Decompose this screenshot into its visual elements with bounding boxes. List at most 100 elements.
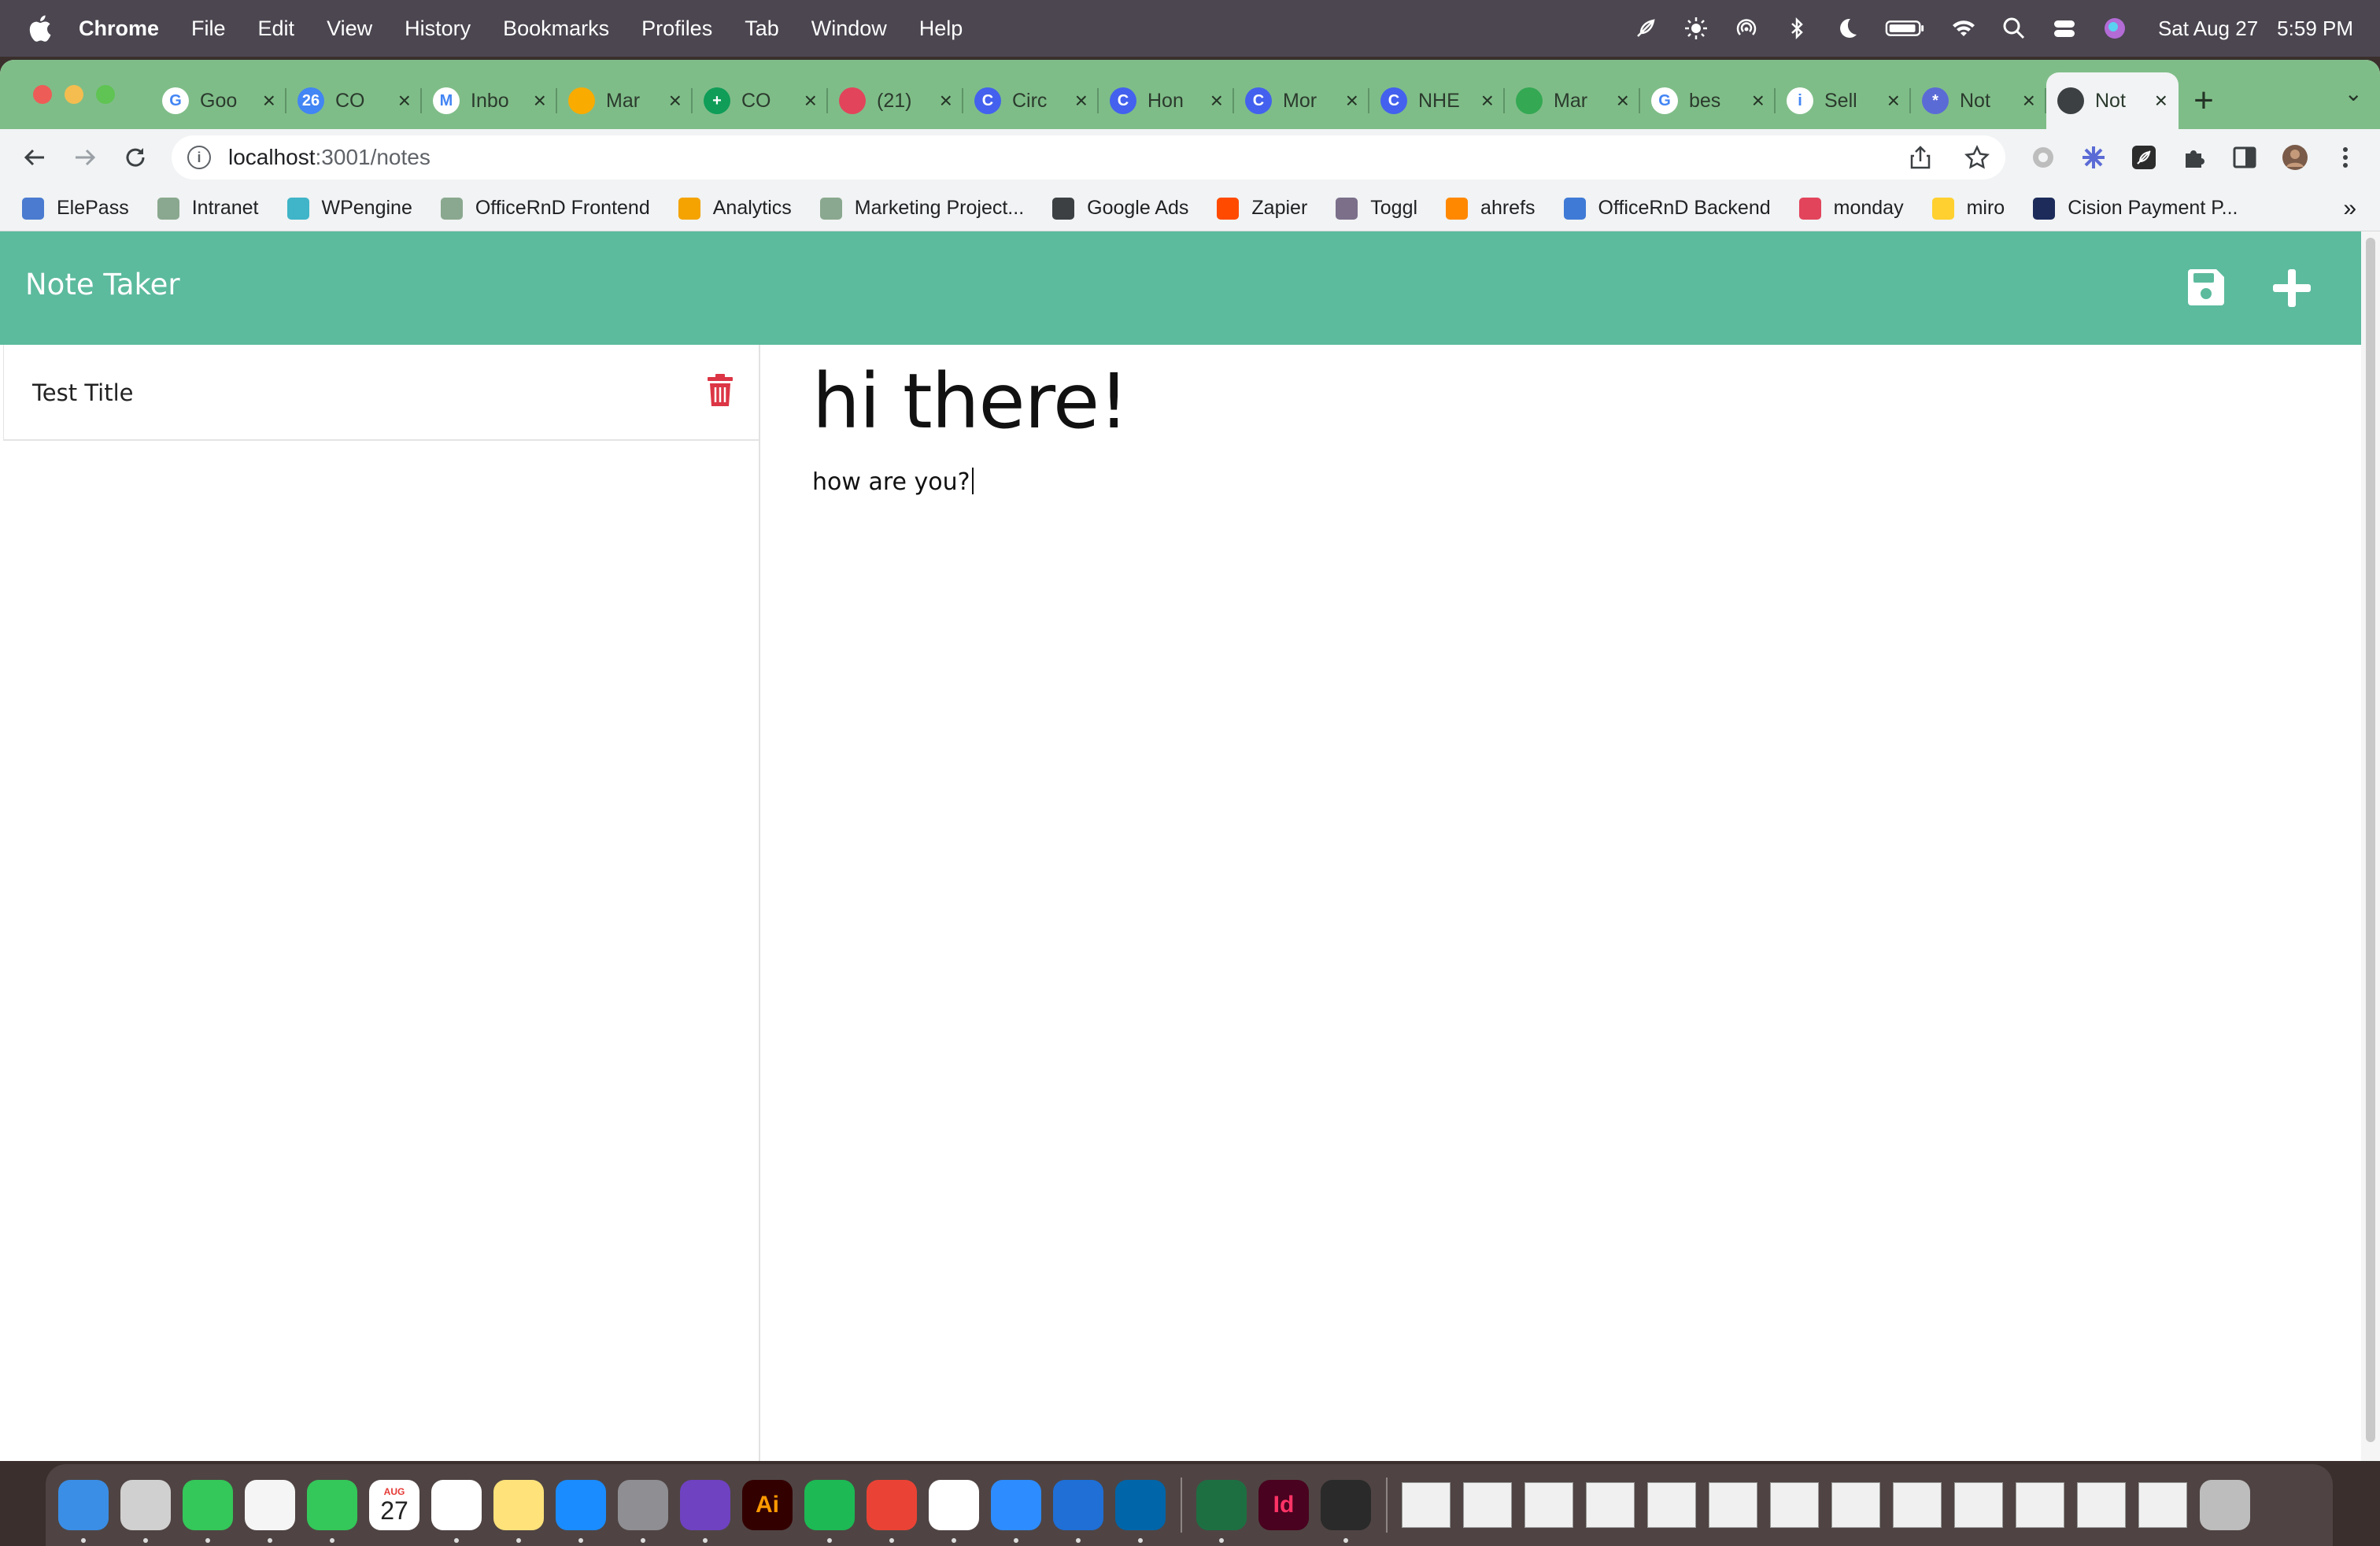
apple-logo-icon[interactable] — [28, 15, 52, 42]
tab-close-icon[interactable]: × — [669, 88, 682, 113]
bookmark-item[interactable]: OfficeRnD Backend — [1563, 197, 1771, 220]
extension-circle-icon[interactable] — [2029, 143, 2057, 172]
menubar-clock[interactable]: Sat Aug 27 5:59 PM — [2158, 17, 2353, 41]
browser-tab[interactable]: 26 CO × — [286, 77, 422, 124]
page-scrollbar[interactable] — [2361, 231, 2380, 1461]
menu-profiles[interactable]: Profiles — [641, 17, 712, 41]
scrollbar-thumb[interactable] — [2366, 238, 2375, 1442]
browser-tab[interactable]: i Sell × — [1776, 77, 1911, 124]
feather-icon[interactable] — [1632, 15, 1659, 42]
note-list-item-title[interactable]: Test Title — [32, 379, 133, 406]
site-info-icon[interactable]: i — [187, 146, 211, 169]
note-title-input[interactable]: hi there! — [812, 357, 1129, 446]
menu-history[interactable]: History — [405, 17, 471, 41]
dock-slack-icon[interactable] — [929, 1480, 979, 1543]
menu-view[interactable]: View — [327, 17, 372, 41]
new-tab-plus-icon[interactable]: + — [2179, 72, 2229, 129]
browser-tab[interactable]: (21) × — [828, 77, 963, 124]
note-text-area[interactable]: how are you? — [812, 468, 974, 496]
dock-vscode-icon[interactable] — [1115, 1480, 1166, 1543]
dock-chrome-icon[interactable] — [867, 1480, 917, 1543]
tab-close-icon[interactable]: × — [940, 88, 952, 113]
bookmark-item[interactable]: OfficeRnD Frontend — [440, 197, 650, 220]
bookmark-item[interactable]: monday — [1798, 197, 1904, 220]
bookmark-item[interactable]: Google Ads — [1052, 197, 1188, 220]
dock-trash-icon[interactable] — [2200, 1480, 2250, 1530]
dock-minimized-window-thumbnail[interactable] — [2016, 1482, 2064, 1528]
delete-note-trash-icon[interactable] — [704, 373, 736, 408]
brightness-icon[interactable] — [1683, 15, 1709, 42]
tab-close-icon[interactable]: × — [398, 88, 411, 113]
note-list-item[interactable]: Test Title — [3, 345, 759, 441]
profile-avatar[interactable] — [2281, 143, 2309, 172]
bookmark-item[interactable]: ahrefs — [1446, 197, 1536, 220]
tab-close-icon[interactable]: × — [1752, 88, 1765, 113]
address-bar[interactable]: i localhost:3001/notes — [172, 135, 2005, 179]
dock-minimized-window-thumbnail[interactable] — [1770, 1482, 1819, 1528]
window-minimize-button[interactable] — [65, 85, 83, 104]
browser-tab[interactable]: Mar × — [1505, 77, 1640, 124]
dock-facetime-icon[interactable] — [307, 1480, 357, 1543]
dock-xcode-icon[interactable] — [1053, 1480, 1103, 1543]
save-note-icon[interactable] — [2185, 266, 2227, 309]
browser-tab[interactable]: * Not × — [1911, 77, 2046, 124]
siri-icon[interactable] — [2101, 15, 2128, 42]
browser-tab[interactable]: C NHE × — [1369, 77, 1505, 124]
dock-minimized-window-thumbnail[interactable] — [1709, 1482, 1757, 1528]
bookmark-item[interactable]: Cision Payment P... — [2033, 197, 2238, 220]
bookmark-item[interactable]: ElePass — [22, 197, 129, 220]
browser-tab[interactable]: Gbes × — [1640, 77, 1776, 124]
dock-minimized-window-thumbnail[interactable] — [2077, 1482, 2126, 1528]
bookmark-item[interactable]: Analytics — [678, 197, 792, 220]
moon-icon[interactable] — [1834, 15, 1861, 42]
tab-close-icon[interactable]: × — [263, 88, 275, 113]
dock-minimized-window-thumbnail[interactable] — [1402, 1482, 1451, 1528]
app-title[interactable]: Note Taker — [25, 268, 180, 301]
browser-tab[interactable]: + CO × — [693, 77, 828, 124]
airdrop-icon[interactable] — [1733, 15, 1760, 42]
dock-indesign-icon[interactable]: Id — [1258, 1480, 1309, 1530]
dock-github-desktop-icon[interactable] — [680, 1480, 730, 1543]
dock-app-icon[interactable] — [1321, 1480, 1371, 1543]
tab-close-icon[interactable]: × — [804, 88, 817, 113]
extension-feather-icon[interactable] — [2130, 143, 2158, 172]
menu-app-name[interactable]: Chrome — [79, 17, 159, 41]
browser-tab[interactable]: Not × — [2046, 72, 2179, 129]
dock-app-store-icon[interactable] — [556, 1480, 606, 1543]
back-button[interactable] — [17, 140, 52, 175]
bookmark-item[interactable]: WPengine — [286, 197, 412, 220]
tab-close-icon[interactable]: × — [534, 88, 546, 113]
dock-minimized-window-thumbnail[interactable] — [1893, 1482, 1942, 1528]
wifi-icon[interactable] — [1950, 15, 1977, 42]
menu-bookmarks[interactable]: Bookmarks — [503, 17, 609, 41]
menu-help[interactable]: Help — [919, 17, 963, 41]
bookmark-item[interactable]: Intranet — [157, 197, 259, 220]
dock-calendar-icon[interactable]: AUG 27 — [369, 1480, 419, 1530]
tab-close-icon[interactable]: × — [1481, 88, 1494, 113]
menu-window[interactable]: Window — [811, 17, 887, 41]
chrome-menu-kebab-icon[interactable] — [2331, 143, 2360, 172]
spotlight-search-icon[interactable] — [2001, 15, 2027, 42]
dock-minimized-window-thumbnail[interactable] — [1463, 1482, 1512, 1528]
dock-reminders-icon[interactable] — [431, 1480, 482, 1543]
dock-system-preferences-icon[interactable] — [618, 1480, 668, 1543]
dock-excel-icon[interactable] — [1196, 1480, 1247, 1543]
new-note-plus-icon[interactable] — [2270, 266, 2314, 310]
tab-close-icon[interactable]: × — [1346, 88, 1358, 113]
bookmarks-overflow-chevron-icon[interactable]: » — [2343, 195, 2356, 222]
window-close-button[interactable] — [33, 85, 52, 104]
tab-search-chevron-icon[interactable]: ⌄ — [2345, 80, 2363, 106]
bookmark-item[interactable]: Marketing Project... — [819, 197, 1024, 220]
dock-minimized-window-thumbnail[interactable] — [1647, 1482, 1696, 1528]
dock-minimized-window-thumbnail[interactable] — [1831, 1482, 1880, 1528]
menu-tab[interactable]: Tab — [745, 17, 779, 41]
browser-tab[interactable]: C Mor × — [1234, 77, 1369, 124]
dock-minimized-window-thumbnail[interactable] — [2138, 1482, 2187, 1528]
bookmark-star-icon[interactable] — [1964, 145, 1990, 170]
browser-tab[interactable]: C Hon × — [1099, 77, 1234, 124]
dock-minimized-window-thumbnail[interactable] — [1586, 1482, 1635, 1528]
tab-close-icon[interactable]: × — [1210, 88, 1223, 113]
dock-illustrator-icon[interactable]: Ai — [742, 1480, 793, 1530]
menu-edit[interactable]: Edit — [258, 17, 295, 41]
side-panel-icon[interactable] — [2230, 143, 2259, 172]
